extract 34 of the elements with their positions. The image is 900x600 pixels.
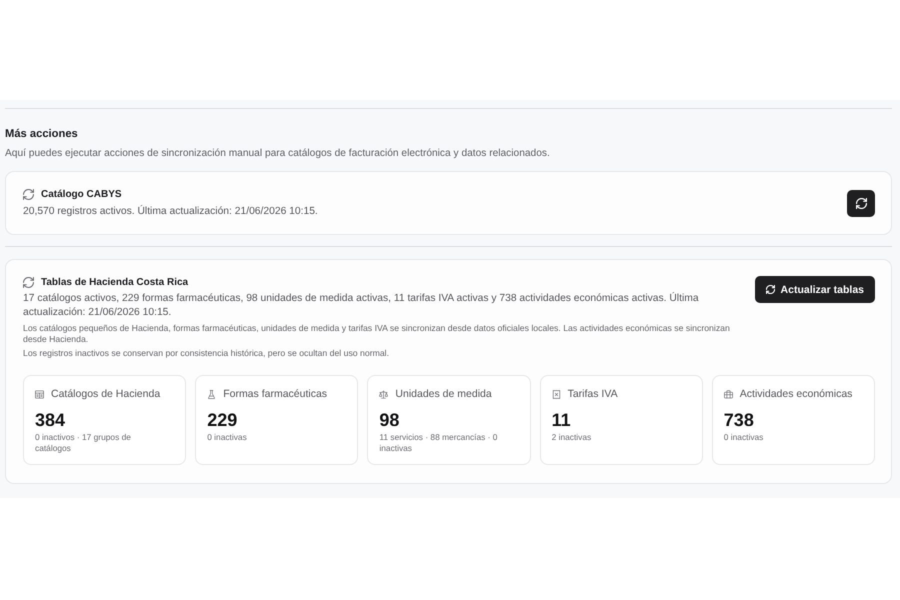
update-tables-button[interactable]: Actualizar tablas [754, 276, 875, 303]
scale-icon [379, 390, 388, 399]
refresh-icon [766, 285, 775, 294]
refresh-icon [856, 198, 866, 208]
refresh-button[interactable] [847, 190, 875, 216]
stat-label: Formas farmacéuticas [223, 388, 328, 401]
stat-detail: 11 servicios · 88 mercancías · 0 inactivas [379, 432, 498, 454]
stat-detail: 0 inactivos · 17 grupos de catálogos [35, 432, 132, 454]
card-title: Tablas de Hacienda Costa Rica [41, 276, 188, 289]
flask-icon [207, 390, 216, 399]
refresh-icon [23, 277, 34, 288]
stat-label: Tarifas IVA [568, 388, 618, 401]
note-text: Los catálogos pequeños de Hacienda, formas farmacéuticas, unidades de medida y tarifas IVA se sincronizan desde datos oficiales locales. Las actividades económicas se sincronizan desde Hacienda. [23, 323, 731, 345]
card-description: 17 catálogos activos, 229 formas farmacéuticas, 98 unidades de medida activas, 11 tarifas IVA activas y 738 actividades económicas activas. Última actualización: 21/06/2026 10:15. [23, 292, 700, 320]
stat-detail: 0 inactivas [724, 432, 764, 443]
stat-detail: 2 inactivas [552, 432, 592, 443]
card-description: 20,570 registros activos. Última actualización: 21/06/2026 10:15. [23, 205, 318, 218]
stat-detail: 0 inactivas [207, 432, 248, 443]
refresh-icon [23, 189, 34, 200]
stat-value: 11 [552, 410, 571, 430]
stat-label: Unidades de medida [395, 388, 492, 401]
stat-label: Catálogos de Hacienda [51, 388, 160, 401]
stat-value: 384 [35, 410, 66, 430]
stat-value: 738 [724, 410, 754, 430]
section-title: Más acciones [5, 127, 78, 142]
table-icon [35, 390, 44, 399]
stat-label: Actividades económicas [740, 388, 852, 401]
note-text: Los registros inactivos se conservan por consistencia histórica, pero se ocultan del uso normal. [23, 348, 390, 359]
briefcase-icon [724, 390, 733, 399]
receipt-icon [552, 390, 561, 399]
stat-value: 98 [379, 410, 400, 430]
section-description: Aquí puedes ejecutar acciones de sincronización manual para catálogos de facturación electrónica y datos relacionados. [5, 147, 551, 160]
stat-value: 229 [207, 410, 238, 430]
card-title: Catálogo CABYS [41, 188, 122, 201]
